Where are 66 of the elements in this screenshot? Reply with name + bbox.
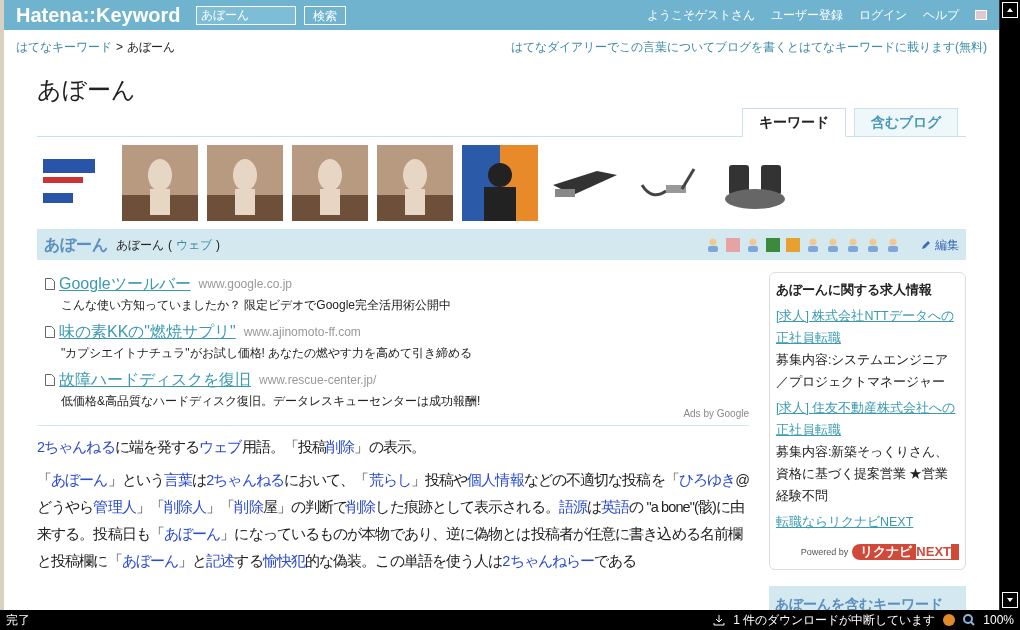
bracket: ) [216,236,220,254]
breadcrumb-separator: > [116,39,123,56]
user-icon[interactable] [885,236,901,253]
job-description: 募集内容:システムエンジニア／プロジェクトマネージャー [776,352,950,391]
keyword-link[interactable]: 言葉 [163,472,193,488]
keyword-link[interactable]: 語源 [558,499,587,515]
keyword-link[interactable]: あぼーん [163,526,221,542]
keyword-link[interactable]: あぼーん [51,472,108,488]
keyword-link[interactable]: 2ちゃんねる [206,472,284,488]
ad-text: こんな使い方知っていましたか？ 限定ビデオでGoogle完全活用術公開中 [61,297,452,314]
ad-url: www.rescue-center.jp/ [259,372,377,389]
panel-title: あぼーんに関する求人情報 [776,282,933,299]
breadcrumb-current: あぼーん [127,39,175,56]
ads-credit[interactable]: Ads by Google [683,406,749,421]
ad-text: "カプシエイトナチュラ"がお試し価格! あなたの燃やす力を高めて引き締める [61,345,473,362]
keyword-link[interactable]: 削除人 [163,499,207,515]
keyword-link[interactable]: 記述 [206,553,235,569]
zoom-icon[interactable] [963,614,976,626]
paragraph: 2ちゃんねるに端を発するウェブ用語。「投稿削除」の表示。 [37,438,426,457]
breadcrumb-link[interactable]: はてなキーワード [16,38,112,56]
user-icon[interactable] [825,236,841,253]
paragraph: 「あぼーん」という 言葉は2ちゃんねるにおいて、「荒らし」投稿や個人情報などの不適切な投稿を「ひろゆき@どうやら管理人」「削除人」「削除屋」の判断で削除 した痕跡として表示される。語源は英語の "a bone"(骸)に由来する。投稿日も「あぼーん」になっているものが本物であり、逆に偽物とは投稿者が任意に書き込める名前欄と投稿欄に「あぼーん」と記述する愉快犯的な偽装。この単語を使う人は2ちゃんねらーである [37,471,749,571]
keyword-link[interactable]: 削除 [326,439,355,455]
edit-link[interactable]: 編集 [935,235,959,254]
user-icon[interactable] [865,236,881,253]
ad-url: www.google.co.jp [198,276,292,293]
zoom-level[interactable]: 100% [983,611,1014,629]
job-description: 募集内容:新築そっくりさん、資格に基づく提案営業 ★営業経験不問 [776,444,950,505]
page-title: あぼーん [37,75,137,105]
status-text: 完了 [6,612,30,629]
tab[interactable]: キーワード [742,108,846,137]
promo-link[interactable]: はてなダイアリーでこの言葉についてブログを書くとはてなキーワードに載ります(無料) [511,38,987,56]
page-icon [45,278,55,290]
download-icon[interactable] [713,614,726,626]
keyword-link[interactable]: ひろゆき [678,472,736,488]
keyword-link[interactable]: 管理人 [93,499,136,515]
keyword-title: あぼーん [44,234,108,255]
scroll-up-icon[interactable] [1007,8,1013,12]
ad-url: www.ajinomoto-ff.com [243,324,361,341]
scroll-down-icon[interactable] [1007,598,1013,602]
user-icon[interactable] [705,236,721,253]
keyword-link[interactable]: ウェブ [199,439,242,455]
brand-logo[interactable]: リクナビ NEXT [852,544,959,560]
user-icon[interactable] [845,236,861,253]
menu-icon[interactable] [975,10,987,20]
keyword-link[interactable]: 個人情報 [467,472,524,488]
keyword-link[interactable]: 英語 [601,499,630,515]
powered-by: Powered by [800,546,849,559]
keyword-link[interactable]: 削除 [234,499,263,515]
page-icon [45,326,55,338]
pencil-icon[interactable] [921,239,931,250]
scrollbar[interactable] [999,0,1020,610]
ad-text: 低価格&高品質なハードディスク復旧。データレスキューセンターは成功報酬! [61,393,481,410]
page-icon [45,374,55,386]
keyword-reading: あぼーん [116,236,164,254]
keyword-link[interactable]: 愉快犯 [262,553,305,569]
keyword-link[interactable]: 荒らし [368,472,411,488]
keyword-link[interactable]: 2ちゃんねらー [502,553,595,569]
download-status[interactable]: 1 件のダウンロードが中断しています [733,611,936,629]
keyword-link[interactable]: 2ちゃんねる [37,439,115,455]
keyword-link[interactable]: あぼーん [121,553,178,569]
keyword-link[interactable]: 削除 [347,499,376,515]
user-icon[interactable] [805,236,821,253]
bracket: ( [168,236,172,254]
status-icon[interactable] [943,614,956,626]
user-icon[interactable] [745,236,761,253]
